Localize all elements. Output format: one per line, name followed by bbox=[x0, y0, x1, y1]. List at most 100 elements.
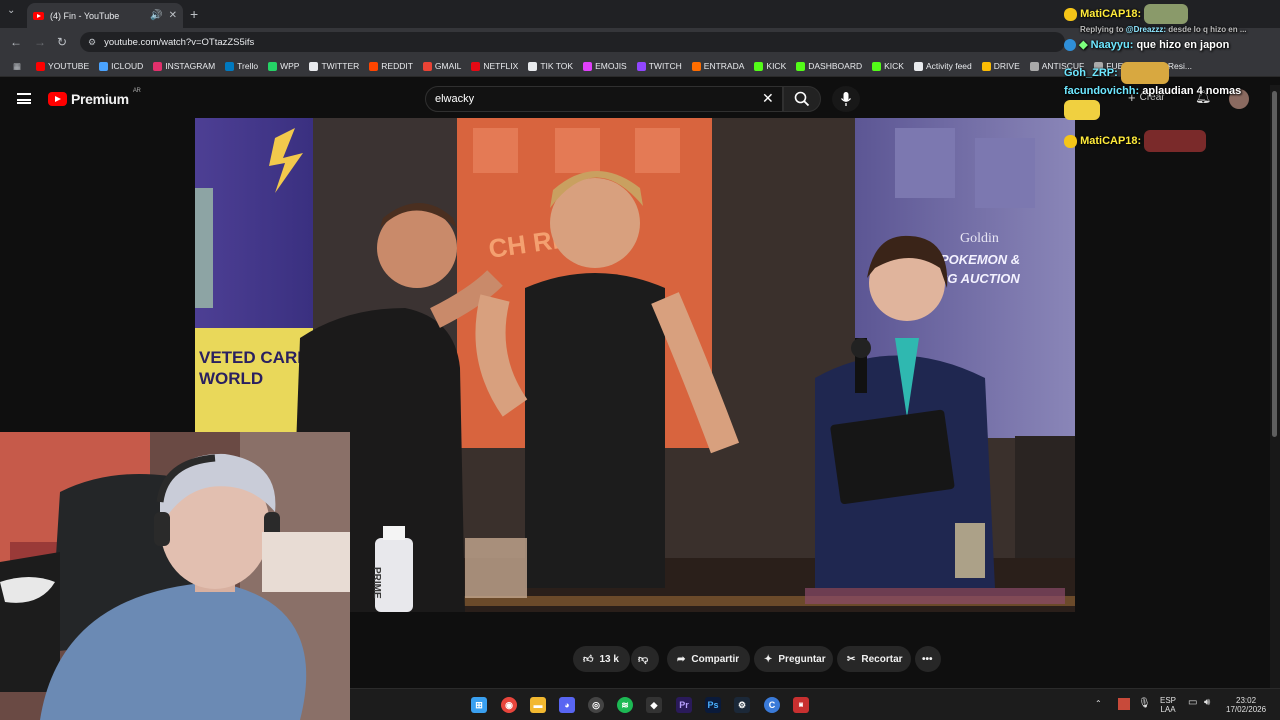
reload-icon[interactable]: ↻ bbox=[57, 35, 67, 49]
bookmark-label: ICLOUD bbox=[111, 61, 144, 71]
steam-icon[interactable]: ⚙ bbox=[734, 697, 750, 713]
bookmark-item[interactable]: DASHBOARD bbox=[791, 61, 867, 71]
app-icon[interactable]: ◎ bbox=[588, 697, 604, 713]
microphone-tray-icon[interactable]: 🎙︎ bbox=[1138, 699, 1151, 709]
forward-icon[interactable]: → bbox=[34, 35, 46, 49]
bookmark-label: Activity feed bbox=[925, 61, 972, 71]
like-button[interactable]: 👍︎ 13 k bbox=[573, 646, 630, 672]
voice-search-button[interactable] bbox=[832, 86, 860, 112]
photoshop-icon[interactable]: Ps bbox=[705, 697, 721, 713]
webcam-frame bbox=[0, 432, 350, 720]
share-button[interactable]: ➦ Compartir bbox=[667, 646, 750, 672]
tab-title: (4) Fin - YouTube bbox=[50, 10, 120, 21]
site-info-icon[interactable]: ⚙ bbox=[88, 37, 96, 48]
chat-text: que hizo en japon bbox=[1136, 39, 1230, 51]
apps-grid-icon[interactable]: ▦ bbox=[8, 61, 31, 72]
bookmark-item[interactable]: TWITTER bbox=[304, 61, 364, 71]
bookmark-item[interactable]: Activity feed bbox=[909, 61, 977, 71]
clip-label: Recortar bbox=[861, 653, 903, 665]
bookmark-item[interactable]: KICK bbox=[867, 61, 909, 71]
bookmark-label: KICK bbox=[884, 61, 904, 71]
youtube-logo[interactable]: Premium AR bbox=[48, 88, 141, 107]
bookmark-label: INSTAGRAM bbox=[165, 61, 216, 71]
audio-playing-icon[interactable]: 🔊 bbox=[150, 10, 162, 21]
bookmark-item[interactable]: TIK TOK bbox=[523, 61, 578, 71]
region-code: AR bbox=[132, 88, 141, 94]
tray-app-icon[interactable] bbox=[1118, 698, 1130, 710]
page-scrollbar[interactable] bbox=[1270, 85, 1280, 688]
chat-message: facundovichh: aplaudian 4 nomas bbox=[1064, 85, 1241, 97]
more-actions-button[interactable]: ••• bbox=[915, 646, 941, 672]
bookmark-item[interactable]: Trello bbox=[220, 61, 263, 71]
bookmark-favicon-icon bbox=[583, 61, 593, 71]
bookmark-favicon-icon bbox=[153, 61, 163, 71]
sign-text: Goldin bbox=[960, 231, 999, 246]
bookmark-label: TIK TOK bbox=[540, 61, 574, 71]
back-icon[interactable]: ← bbox=[10, 35, 22, 49]
discord-icon[interactable]: ◕ bbox=[559, 697, 575, 713]
badge-icon bbox=[1064, 134, 1077, 148]
bookmark-item[interactable]: EMOJIS bbox=[578, 61, 632, 71]
clock-date: 17/02/2026 bbox=[1226, 705, 1267, 714]
bookmark-label: KICK bbox=[766, 61, 787, 71]
bookmark-item[interactable]: KICK bbox=[749, 61, 791, 71]
bookmark-favicon-icon bbox=[913, 61, 923, 71]
sign-text: VETED CARD bbox=[199, 348, 310, 367]
bookmark-item[interactable]: YOUTUBE bbox=[31, 61, 94, 71]
clear-search-icon[interactable]: ✕ bbox=[762, 90, 774, 107]
chrome-icon[interactable]: ◉ bbox=[501, 697, 517, 713]
chat-username: facundovichh: bbox=[1064, 85, 1140, 97]
emote-icon bbox=[1120, 62, 1169, 84]
bookmark-item[interactable]: WPP bbox=[263, 61, 304, 71]
premiere-icon[interactable]: Pr bbox=[676, 697, 692, 713]
ask-button[interactable]: ✦ Preguntar bbox=[754, 646, 833, 672]
app-icon[interactable]: ▣ bbox=[793, 697, 809, 713]
bookmark-item[interactable]: INSTAGRAM bbox=[148, 61, 220, 71]
volume-icon[interactable]: 🔊︎ bbox=[1204, 698, 1210, 708]
bookmark-item[interactable]: REDDIT bbox=[364, 61, 418, 71]
omnibox[interactable]: ⚙ youtube.com/watch?v=OTtazZS5ifs bbox=[80, 32, 1065, 52]
file-explorer-icon[interactable]: ▬ bbox=[530, 697, 546, 713]
scrollbar-thumb[interactable] bbox=[1272, 91, 1277, 437]
obs-icon[interactable]: ◆ bbox=[646, 697, 662, 713]
bookmark-label: Trello bbox=[237, 61, 259, 71]
bookmark-item[interactable]: ENTRADA bbox=[687, 61, 750, 71]
windows-start-icon[interactable]: ⊞ bbox=[471, 697, 487, 713]
bookmark-favicon-icon bbox=[1029, 61, 1039, 71]
chat-message: ◆ Naayyu: que hizo en japon bbox=[1064, 38, 1230, 52]
bookmark-label: GMAIL bbox=[434, 61, 462, 71]
chat-text: aplaudian 4 nomas bbox=[1142, 85, 1242, 97]
tab-search-icon[interactable]: ⌄ bbox=[7, 5, 15, 16]
bookmark-item[interactable]: GMAIL bbox=[418, 61, 466, 71]
bookmark-favicon-icon bbox=[309, 61, 319, 71]
bookmark-item[interactable]: ICLOUD bbox=[94, 61, 148, 71]
menu-icon[interactable] bbox=[17, 93, 31, 104]
bookmark-item[interactable]: NETFLIX bbox=[466, 61, 523, 71]
bookmark-item[interactable]: TWITCH bbox=[632, 61, 687, 71]
share-icon: ➦ bbox=[677, 653, 686, 665]
language-indicator[interactable]: ESP LAA bbox=[1160, 696, 1176, 714]
youtube-logo-icon bbox=[48, 92, 67, 106]
spotify-icon[interactable]: ≋ bbox=[617, 697, 633, 713]
tray-expand-icon[interactable]: ⌃ bbox=[1095, 699, 1102, 708]
clock[interactable]: 23:02 17/02/2026 bbox=[1226, 696, 1266, 714]
app-icon[interactable]: C bbox=[764, 697, 780, 713]
new-tab-icon[interactable]: + bbox=[190, 6, 198, 22]
search-input[interactable]: elwacky bbox=[425, 86, 783, 112]
tab-close-icon[interactable]: ✕ bbox=[169, 10, 177, 21]
reply-prefix: Replying to bbox=[1080, 25, 1124, 34]
microphone-icon bbox=[840, 92, 852, 106]
network-icon[interactable]: ▭ bbox=[1188, 698, 1197, 708]
scissors-icon: ✂ bbox=[847, 653, 856, 665]
browser-tab[interactable]: (4) Fin - YouTube 🔊 ✕ bbox=[27, 3, 183, 28]
chat-username: Naayyu: bbox=[1090, 39, 1134, 51]
chat-message: Goh_ZRP: bbox=[1064, 62, 1169, 84]
bookmark-label: REDDIT bbox=[381, 61, 413, 71]
bookmark-favicon-icon bbox=[872, 61, 882, 71]
star-badge-icon: ◆ bbox=[1079, 39, 1088, 51]
search-button[interactable] bbox=[783, 86, 821, 112]
dislike-button[interactable]: 👎︎ bbox=[631, 646, 659, 672]
reply-user: @Dreazzz: bbox=[1125, 25, 1167, 34]
clip-button[interactable]: ✂ Recortar bbox=[837, 646, 911, 672]
bookmark-item[interactable]: DRIVE bbox=[977, 61, 1025, 71]
